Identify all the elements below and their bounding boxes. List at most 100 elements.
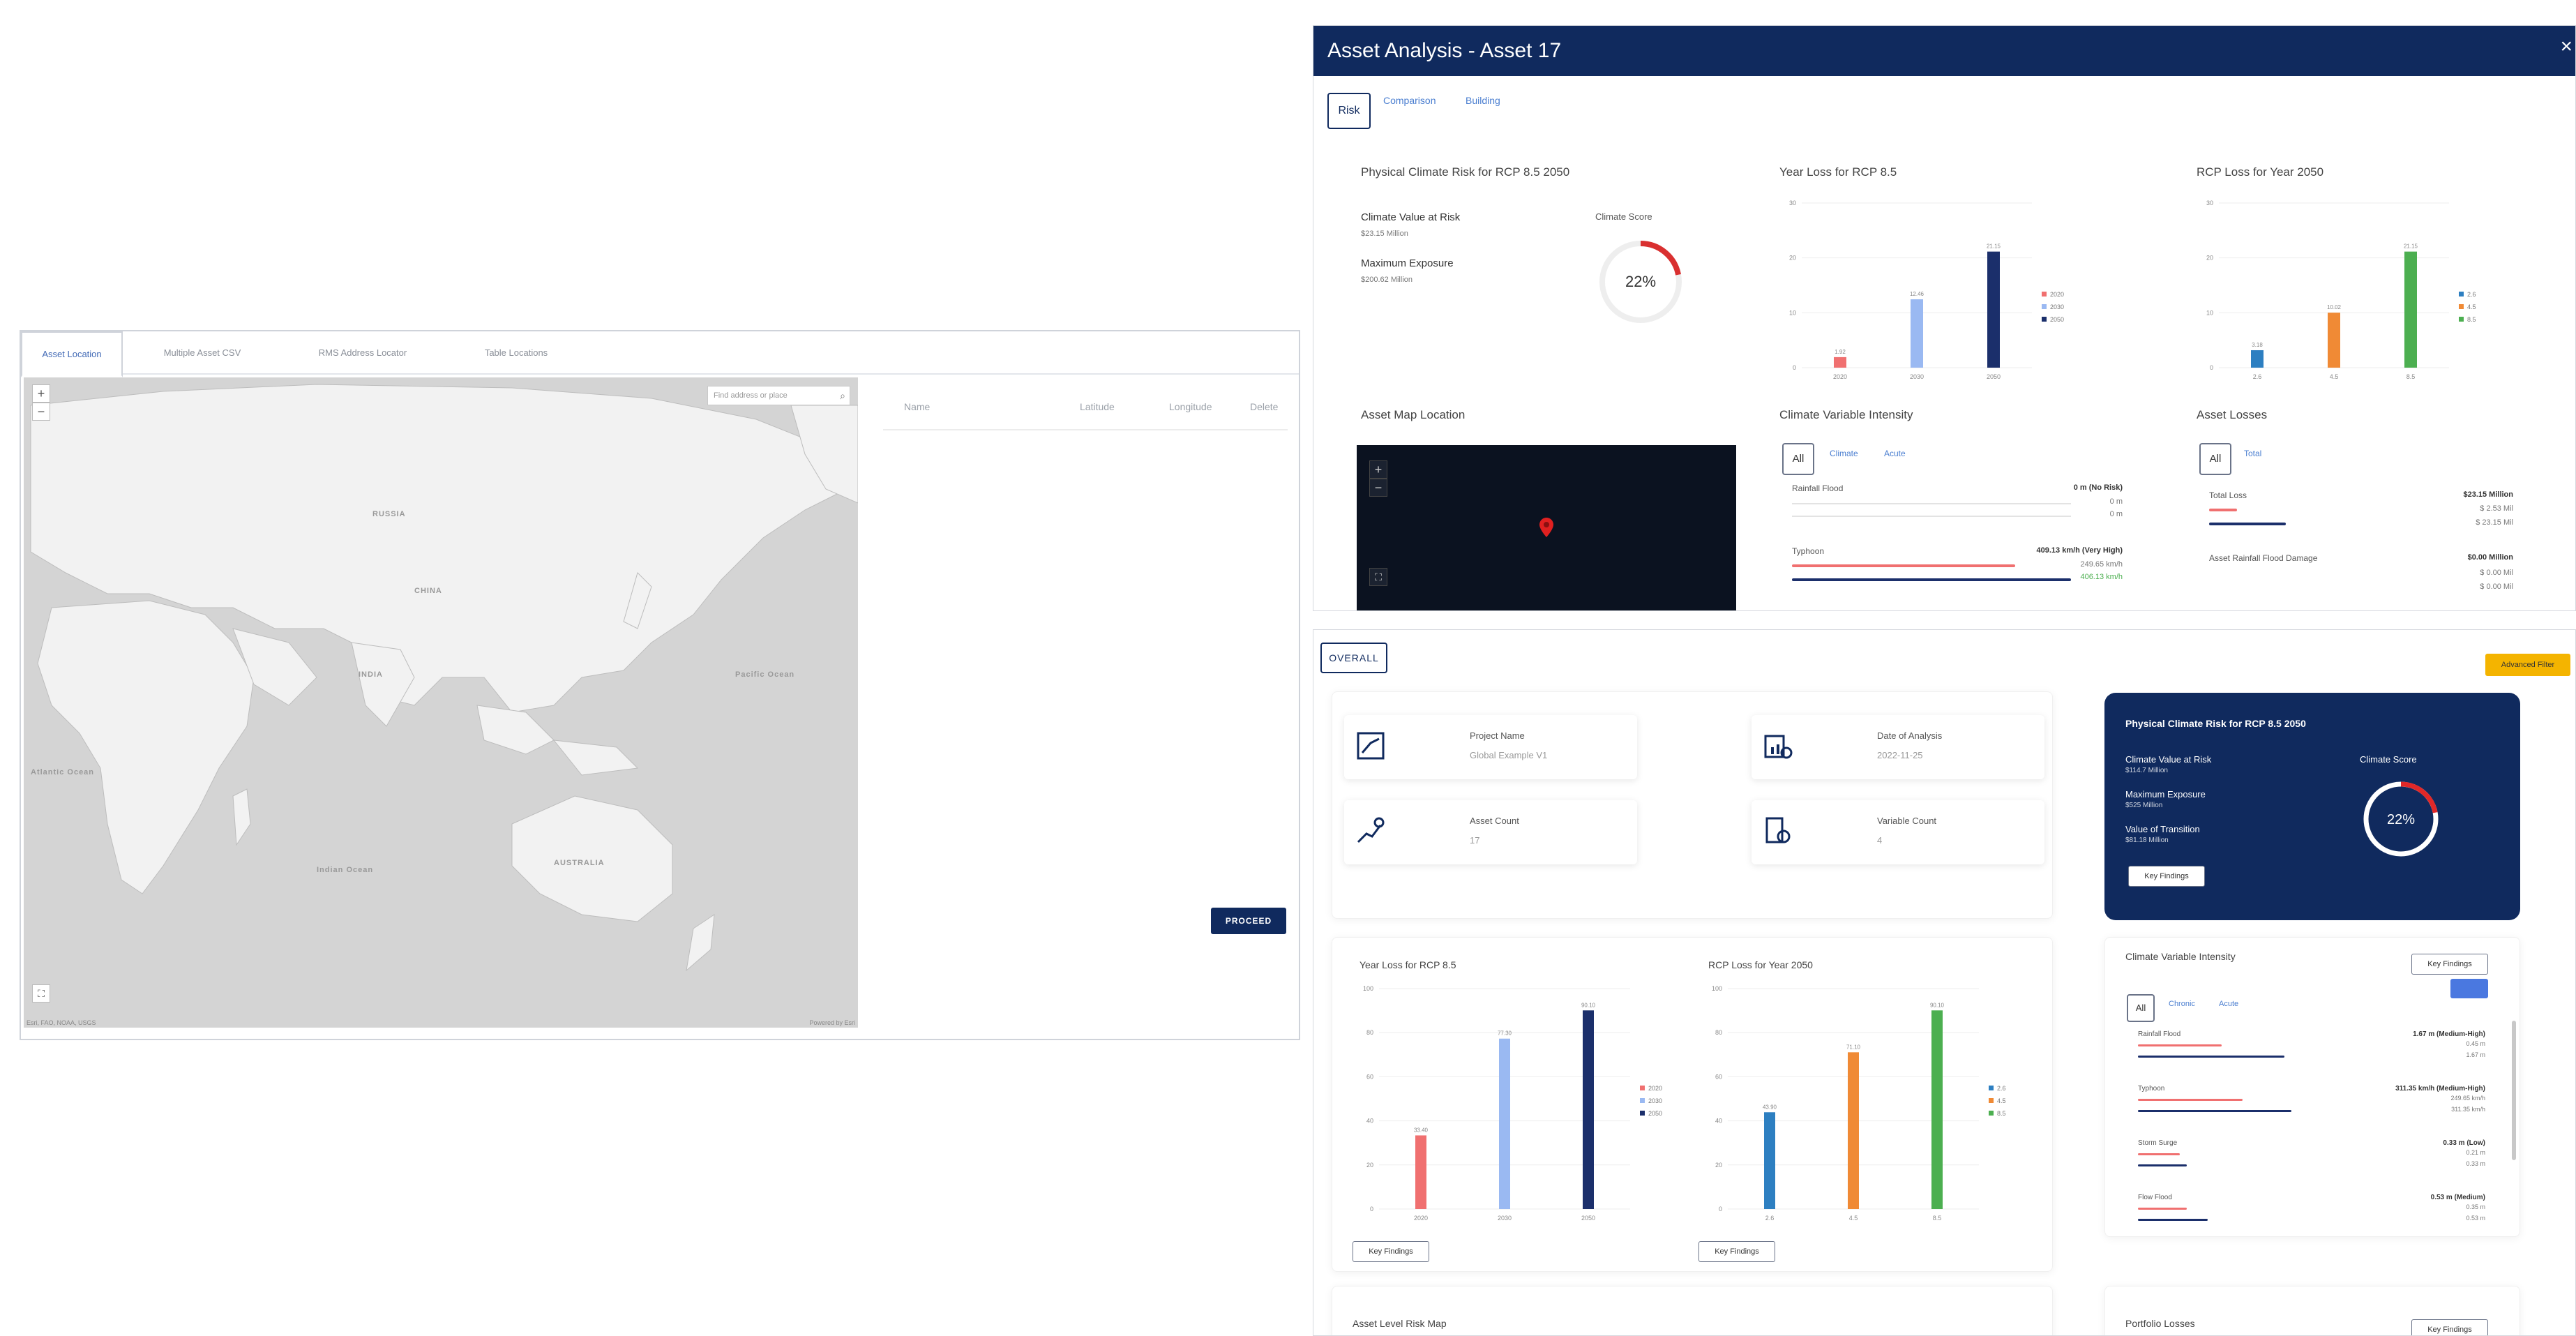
filter-all-button[interactable]: All [2127, 994, 2155, 1022]
advanced-filter-button[interactable]: Advanced Filter [2485, 654, 2570, 676]
key-findings-button[interactable]: Key Findings [2128, 866, 2205, 887]
bar-2020[interactable] [1415, 1135, 1426, 1209]
map-pin-icon[interactable] [1539, 518, 1553, 537]
y-tick-label: 0 [1719, 1206, 1722, 1213]
map-search-input[interactable]: Find address or place ⌕ [707, 386, 850, 405]
filter-climate-link[interactable]: Climate [1830, 449, 1858, 458]
intensity-bar-future [2138, 1110, 2291, 1112]
filter-chronic-link[interactable]: Chronic [2169, 1000, 2195, 1008]
filter-total-link[interactable]: Total [2244, 449, 2261, 458]
map-label: Atlantic Ocean [31, 768, 95, 776]
bar-2.6[interactable] [1764, 1112, 1775, 1209]
key-findings-button[interactable]: Key Findings [2411, 954, 2488, 975]
data-label: 71.10 [1846, 1044, 1861, 1050]
search-icon[interactable]: ⌕ [840, 386, 845, 405]
intensity-bar-current [2138, 1153, 2180, 1155]
intensity-bar-track [1792, 503, 2071, 504]
bar-2020[interactable] [1834, 356, 1846, 368]
world-map[interactable]: + − ⛶ Find address or place ⌕ RUSSIA CHI… [24, 377, 858, 1028]
y-tick-label: 80 [1366, 1029, 1373, 1036]
year-loss-chart: 01020301.92202012.46203021.1520502020203… [1789, 200, 2064, 380]
key-findings-button[interactable]: Key Findings [1353, 1241, 1429, 1262]
bar-4.5[interactable] [2328, 313, 2340, 368]
filter-all-button[interactable]: All [1782, 443, 1814, 475]
x-tick-label: 4.5 [2330, 373, 2339, 380]
map-search-placeholder: Find address or place [714, 391, 788, 400]
loss-row-sub: $ 0.00 Mil [2480, 583, 2513, 591]
data-label: 10.02 [2327, 304, 2342, 310]
bar-2050[interactable] [1583, 1010, 1594, 1209]
x-tick-label: 8.5 [1933, 1215, 1942, 1222]
legend-swatch [1989, 1111, 1994, 1116]
tab-asset-location[interactable]: Asset Location [21, 331, 123, 377]
filter-all-button[interactable]: All [2199, 443, 2231, 475]
loss-row-sub: $ 23.15 Mil [2476, 518, 2513, 527]
tab-multiple-asset-csv[interactable]: Multiple Asset CSV [140, 331, 265, 375]
map-label: Pacific Ocean [735, 670, 795, 679]
tab-risk[interactable]: Risk [1327, 93, 1371, 129]
zoom-out-button[interactable]: − [1369, 479, 1387, 497]
intensity-row-sub: 0.33 m [2466, 1160, 2485, 1167]
max-exposure-label: Maximum Exposure [1361, 257, 1454, 269]
tab-building[interactable]: Building [1466, 93, 1500, 108]
ov-rcp-loss-chart: 0 20 40 60 80 100 43.90 2.6 71.10 4.5 90.10 8.5 2.6 4… [1712, 985, 2006, 1222]
column-header-name: Name [904, 401, 931, 412]
y-tick-label: 20 [1789, 255, 1796, 262]
bar-8.5[interactable] [1931, 1010, 1943, 1209]
cvar-value: $23.15 Million [1361, 230, 1408, 238]
filter-acute-link[interactable]: Acute [1884, 449, 1906, 458]
tab-table-locations[interactable]: Table Locations [453, 331, 579, 375]
bar-2030[interactable] [1911, 299, 1923, 368]
intensity-bar-future [1792, 578, 2071, 581]
intensity-bar-current [2138, 1099, 2243, 1101]
asset-risk-map-title: Asset Level Risk Map [1353, 1318, 1447, 1329]
bar-8.5[interactable] [2404, 251, 2417, 368]
bar-4.5[interactable] [1848, 1052, 1859, 1209]
tab-overall[interactable]: OVERALL [1320, 643, 1387, 673]
key-findings-button[interactable]: Key Findings [1698, 1241, 1775, 1262]
legend-label: 8.5 [1997, 1110, 2006, 1117]
proceed-button[interactable]: PROCEED [1211, 908, 1286, 934]
data-label: 1.92 [1835, 349, 1846, 355]
filter-acute-link[interactable]: Acute [2219, 1000, 2238, 1008]
intensity-row-sub: 0.35 m [2466, 1203, 2485, 1210]
close-icon[interactable]: × [2560, 26, 2573, 68]
map-landmass-graphic [24, 377, 858, 1028]
intensity-row-sub: 0 m [2109, 497, 2123, 506]
legend-swatch [2042, 304, 2047, 309]
map-powered-by: Powered by Esri [809, 1019, 855, 1026]
tab-comparison[interactable]: Comparison [1383, 93, 1436, 108]
bar-2.6[interactable] [2251, 350, 2264, 368]
bar-2050[interactable] [1987, 251, 2000, 368]
y-tick-label: 40 [1715, 1118, 1722, 1125]
intensity-bar-current [2138, 1044, 2222, 1046]
growth-chart-icon [1357, 817, 1385, 843]
x-tick-label: 2.6 [1765, 1215, 1775, 1222]
fullscreen-button[interactable]: ⛶ [1369, 568, 1387, 586]
x-tick-label: 2050 [1987, 373, 2001, 380]
y-tick-label: 10 [1789, 309, 1796, 316]
card-label: Project Name [1470, 730, 1525, 741]
fullscreen-button[interactable]: ⛶ [32, 984, 50, 1003]
zoom-out-button[interactable]: − [32, 403, 50, 421]
intensity-row-label: Typhoon [2138, 1085, 2165, 1093]
y-tick-label: 100 [1712, 985, 1722, 992]
legend-swatch [2459, 304, 2464, 309]
zoom-in-button[interactable]: + [32, 384, 50, 403]
key-findings-button[interactable]: Key Findings [2411, 1319, 2488, 1335]
climate-score-value: 22% [2387, 812, 2415, 827]
asset-location-tabs: Asset Location Multiple Asset CSV RMS Ad… [21, 331, 1299, 377]
bar-2030[interactable] [1499, 1038, 1510, 1209]
asset-map[interactable]: + − ⛶ [1357, 445, 1736, 610]
legend-label: 8.5 [2467, 316, 2476, 323]
zoom-in-button[interactable]: + [1369, 460, 1387, 479]
tab-address-locator[interactable]: RMS Address Locator [293, 331, 432, 375]
scrollbar[interactable] [2512, 1021, 2516, 1160]
asset-losses-title: Asset Losses [2197, 408, 2268, 421]
intensity-bar-track [1792, 516, 2071, 517]
cvar-label: Climate Value at Risk [1361, 211, 1461, 223]
asset-location-panel: Asset Location Multiple Asset CSV RMS Ad… [20, 330, 1300, 1040]
legend-label: 2030 [2050, 303, 2064, 310]
scroll-indicator[interactable] [2450, 979, 2488, 998]
variable-icon [1765, 817, 1791, 843]
